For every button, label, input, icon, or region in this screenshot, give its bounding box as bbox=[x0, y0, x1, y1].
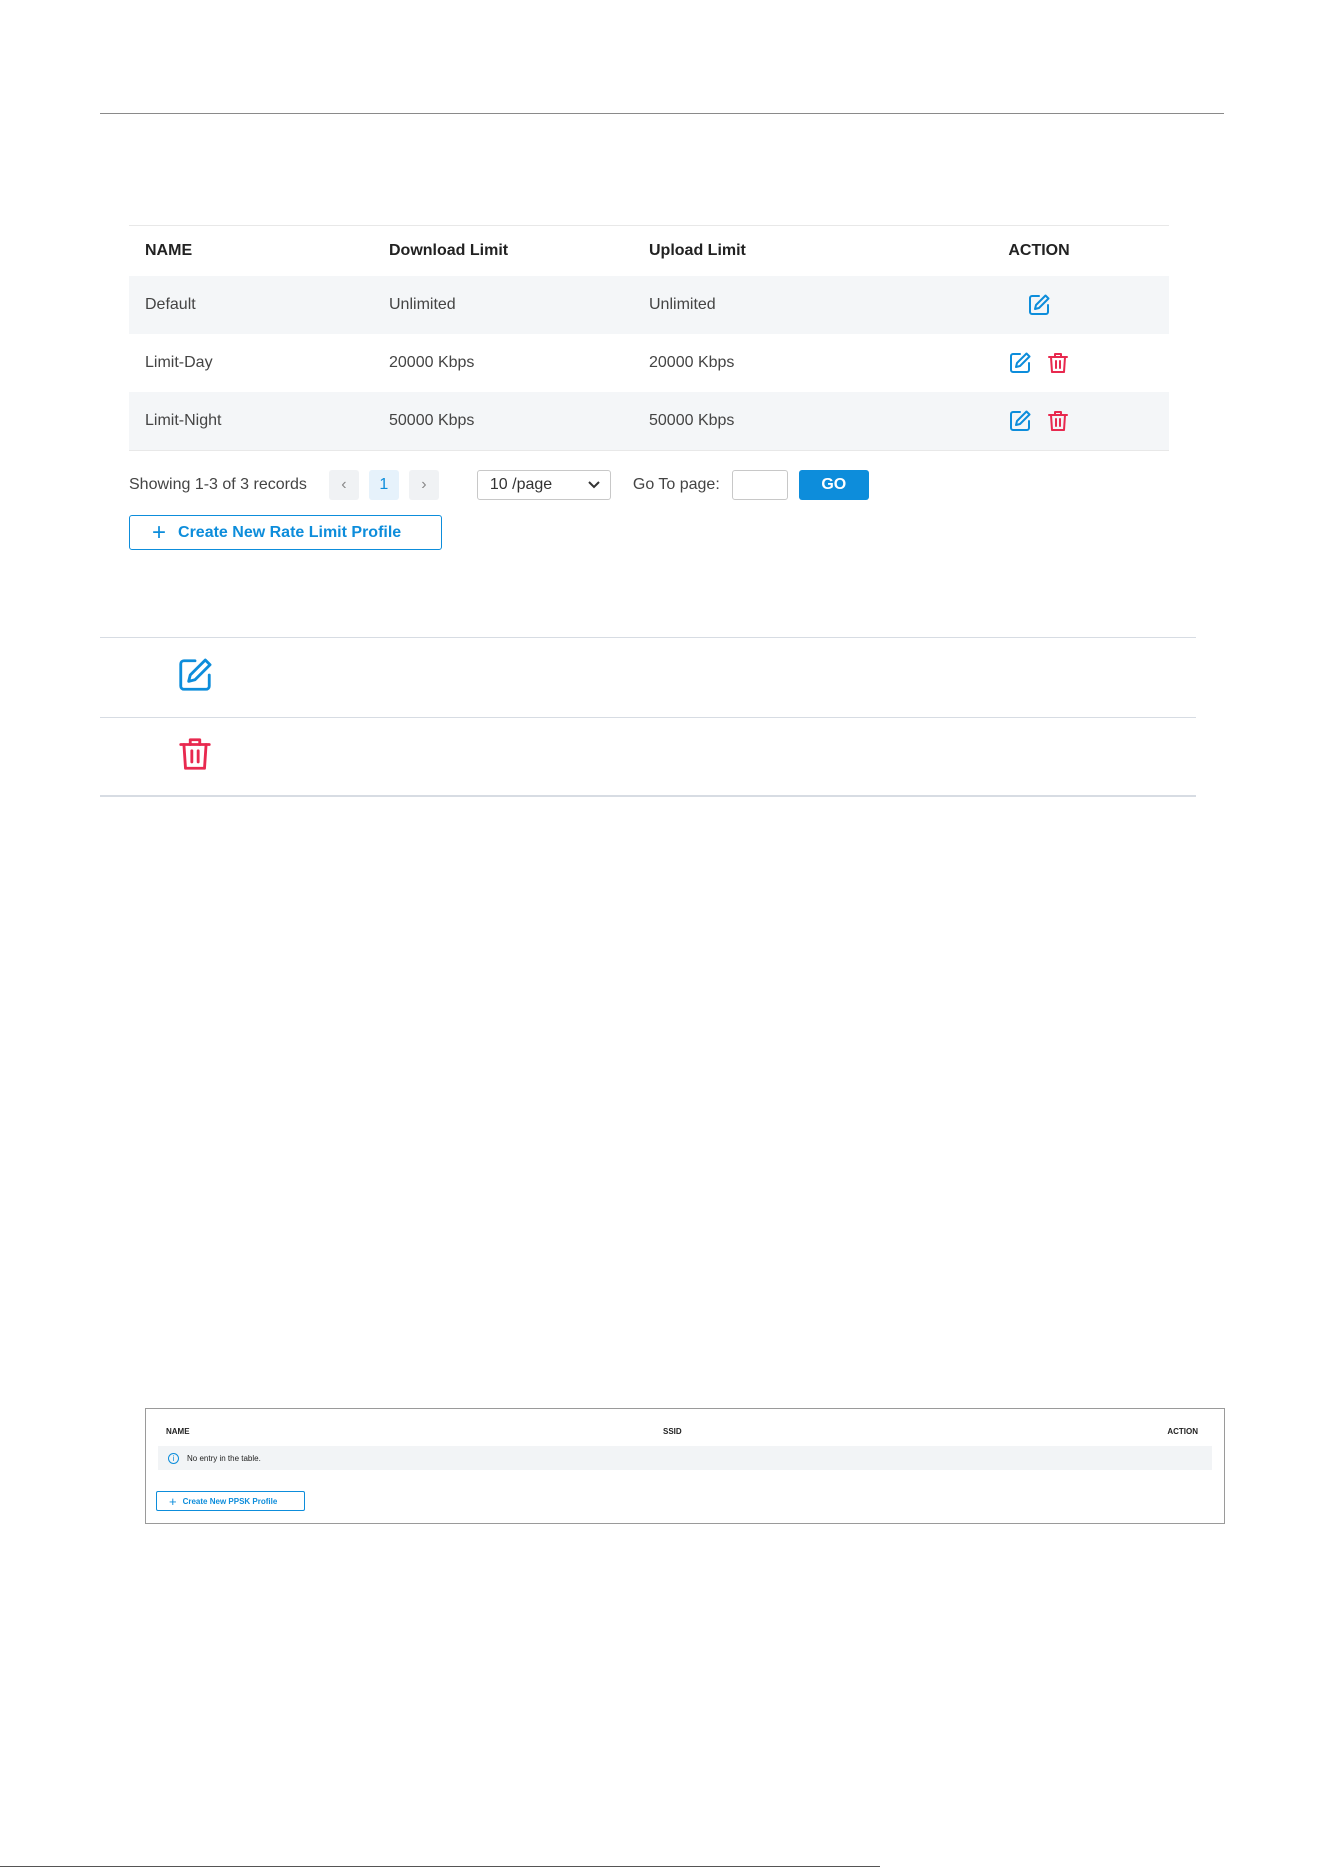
cell-name: Limit-Night bbox=[145, 412, 222, 429]
cell-name: Default bbox=[145, 296, 196, 313]
info-icon: i bbox=[168, 1452, 179, 1464]
plus-icon: + bbox=[152, 518, 167, 546]
table-row: Limit-Day 20000 Kbps 20000 Kbps bbox=[129, 334, 1169, 392]
edit-icon[interactable] bbox=[1027, 293, 1051, 317]
page-size-select[interactable]: 10 /page bbox=[476, 470, 611, 500]
table-row: Limit-Night 50000 Kbps 50000 Kbps bbox=[129, 392, 1169, 450]
goto-page-label: Go To page: bbox=[632, 476, 720, 493]
cell-name: Limit-Day bbox=[145, 354, 213, 371]
table-bottom-border bbox=[129, 450, 1169, 451]
ppsk-table-header: NAME SSID ACTION bbox=[166, 1427, 1212, 1441]
ppsk-column-name: NAME bbox=[166, 1427, 190, 1436]
page-size-value: 10 /page bbox=[489, 476, 553, 493]
cell-download: Unlimited bbox=[389, 296, 456, 313]
delete-icon[interactable] bbox=[1046, 409, 1070, 433]
create-rate-limit-profile-label: Create New Rate Limit Profile bbox=[178, 523, 402, 541]
legend-row-delete bbox=[100, 717, 1196, 797]
cell-download: 50000 Kbps bbox=[389, 412, 475, 429]
table-header: NAME Download Limit Upload Limit ACTION bbox=[129, 226, 1169, 276]
ppsk-column-ssid: SSID bbox=[663, 1427, 682, 1436]
ppsk-column-action: ACTION bbox=[1167, 1427, 1198, 1436]
cell-action bbox=[909, 293, 1169, 317]
cell-download: 20000 Kbps bbox=[389, 354, 475, 371]
cell-action bbox=[909, 409, 1169, 433]
footer-rule bbox=[0, 1866, 880, 1867]
column-header-name: NAME bbox=[145, 242, 193, 259]
chevron-down-icon bbox=[588, 481, 600, 489]
legend-row-edit bbox=[100, 637, 1196, 717]
column-header-upload: Upload Limit bbox=[649, 242, 746, 259]
column-header-action: ACTION bbox=[1008, 242, 1070, 259]
goto-page-input[interactable] bbox=[731, 470, 788, 500]
create-rate-limit-profile-button[interactable]: + Create New Rate Limit Profile bbox=[129, 515, 442, 550]
delete-icon[interactable] bbox=[1046, 351, 1070, 375]
edit-icon bbox=[176, 656, 214, 699]
empty-table-notice: i No entry in the table. bbox=[158, 1446, 1212, 1470]
cell-upload: 20000 Kbps bbox=[649, 354, 735, 371]
create-ppsk-profile-button[interactable]: + Create New PPSK Profile bbox=[156, 1491, 305, 1511]
ppsk-table-panel: NAME SSID ACTION i No entry in the table… bbox=[145, 1408, 1225, 1524]
records-count: Showing 1-3 of 3 records bbox=[129, 476, 307, 493]
plus-icon: + bbox=[169, 1493, 177, 1509]
prev-page-button[interactable]: ‹ bbox=[328, 470, 359, 500]
icon-legend-table bbox=[100, 637, 1196, 797]
delete-icon bbox=[176, 735, 214, 778]
table-row: Default Unlimited Unlimited bbox=[129, 276, 1169, 334]
header-rule bbox=[100, 113, 1224, 114]
empty-table-text: No entry in the table. bbox=[187, 1453, 261, 1463]
page-1-button[interactable]: 1 bbox=[368, 470, 399, 500]
pagination: Showing 1-3 of 3 records ‹ 1 › 10 /page … bbox=[129, 468, 869, 502]
go-button[interactable]: GO bbox=[798, 470, 869, 500]
rate-limit-table: NAME Download Limit Upload Limit ACTION … bbox=[129, 225, 1169, 451]
create-ppsk-profile-label: Create New PPSK Profile bbox=[182, 1496, 278, 1506]
cell-action bbox=[909, 351, 1169, 375]
column-header-download: Download Limit bbox=[389, 242, 509, 259]
cell-upload: Unlimited bbox=[649, 296, 716, 313]
cell-upload: 50000 Kbps bbox=[649, 412, 735, 429]
edit-icon[interactable] bbox=[1008, 409, 1032, 433]
edit-icon[interactable] bbox=[1008, 351, 1032, 375]
next-page-button[interactable]: › bbox=[408, 470, 439, 500]
